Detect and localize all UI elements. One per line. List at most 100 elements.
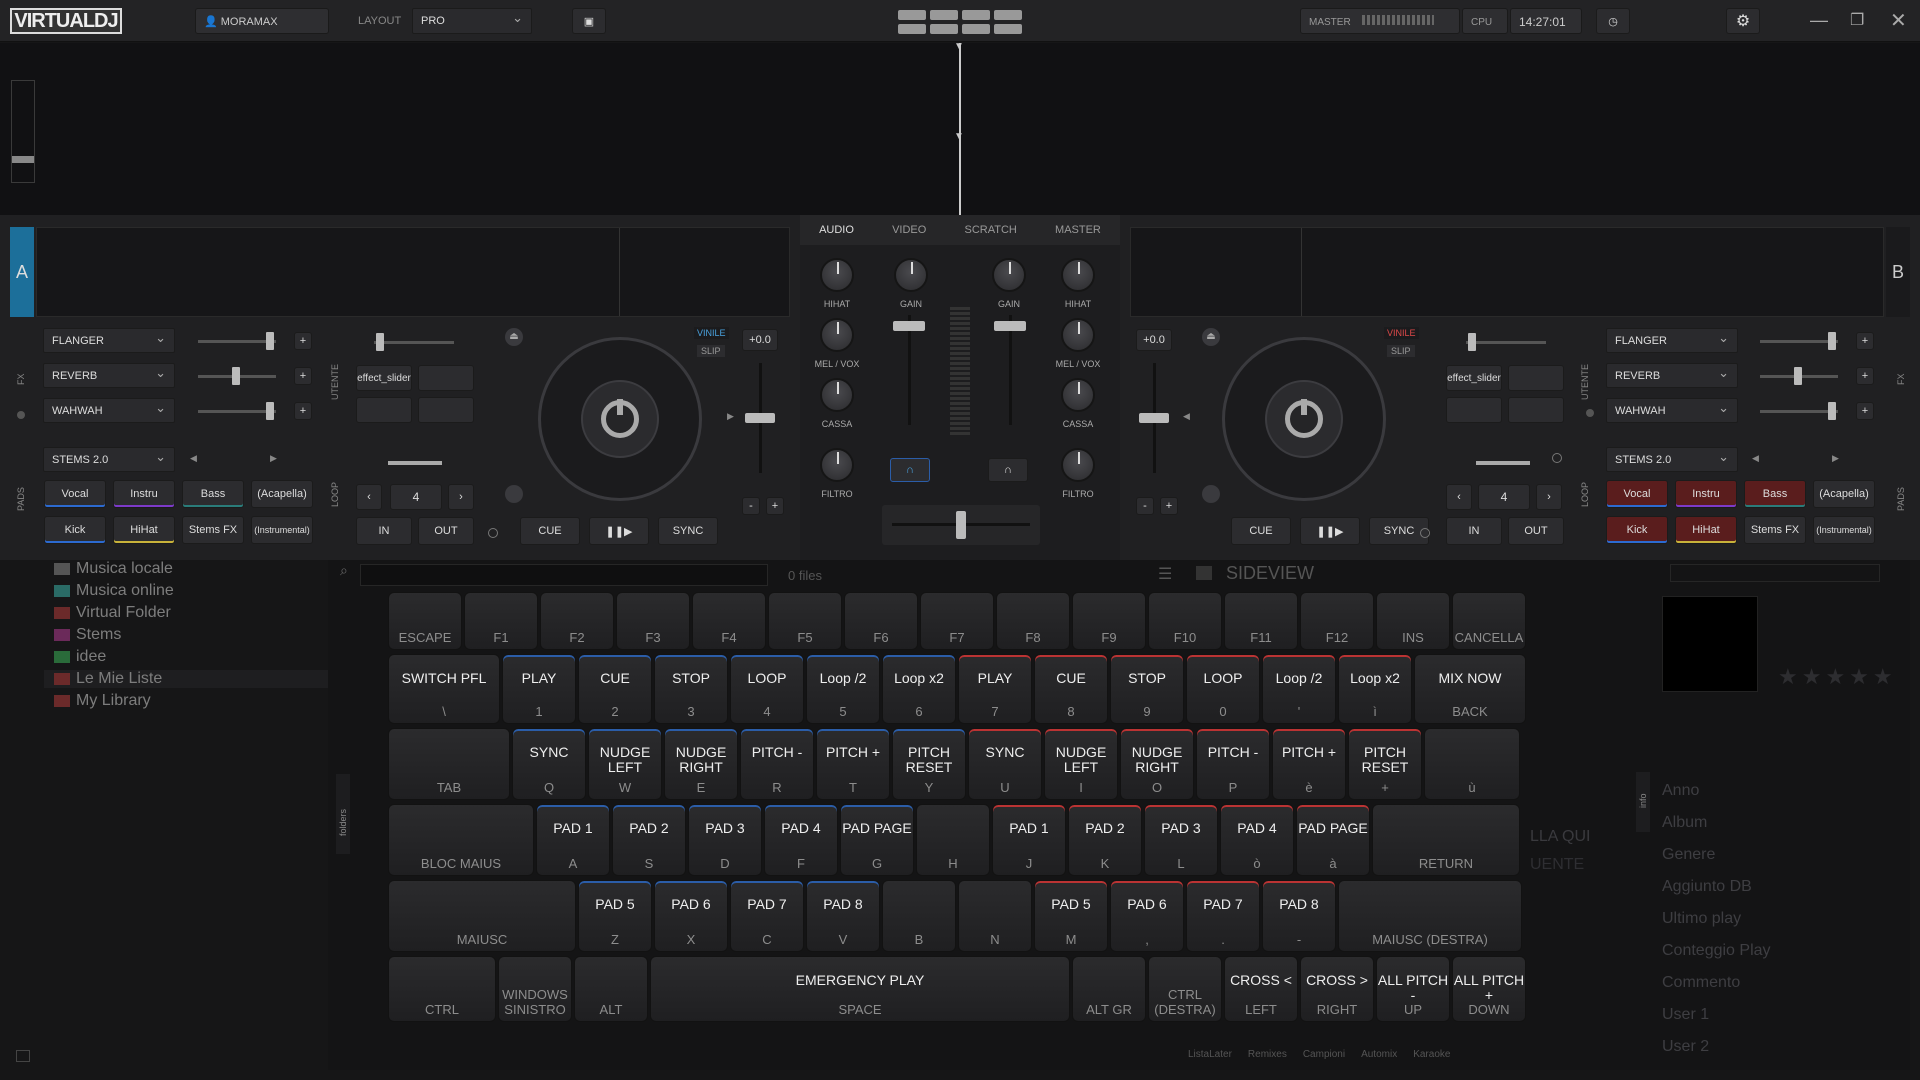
gain-knob-b[interactable] bbox=[992, 258, 1026, 292]
utente-slider-handle[interactable] bbox=[376, 333, 384, 351]
key-l[interactable]: PAD 3 L bbox=[1144, 804, 1218, 876]
key-tab[interactable]: TAB bbox=[388, 728, 510, 800]
headphone-cue-b-icon[interactable]: ∩ bbox=[988, 458, 1028, 482]
key-v[interactable]: PAD 8 V bbox=[806, 880, 880, 952]
key-f5[interactable]: F5 bbox=[768, 592, 842, 650]
key-f2[interactable]: F2 bbox=[540, 592, 614, 650]
key-alt-gr[interactable]: ALT GR bbox=[1072, 956, 1146, 1022]
cassa-knob-b[interactable] bbox=[1061, 378, 1095, 412]
fx-slider-3-handle[interactable] bbox=[266, 402, 274, 420]
pad-kick[interactable]: Kick bbox=[44, 516, 106, 544]
folder-item-stems[interactable]: Stems bbox=[54, 626, 121, 644]
pad-stems-fx[interactable]: Stems FX bbox=[182, 516, 244, 544]
fx-select-1[interactable]: FLANGER bbox=[1606, 326, 1738, 353]
pad-stems-fx[interactable]: Stems FX bbox=[1744, 516, 1806, 544]
eject-icon[interactable]: ⏏ bbox=[1202, 328, 1220, 346]
key-3[interactable]: STOP 3 bbox=[654, 654, 728, 724]
pads-prev-icon[interactable]: ◀ bbox=[190, 453, 197, 464]
key-n[interactable]: N bbox=[958, 880, 1032, 952]
tab-automix[interactable]: Automix bbox=[1361, 1049, 1397, 1060]
key-f7[interactable]: F7 bbox=[920, 592, 994, 650]
key-4[interactable]: LOOP 4 bbox=[730, 654, 804, 724]
key-escape[interactable]: ESCAPE bbox=[388, 592, 462, 650]
info-tab[interactable]: info bbox=[1636, 772, 1650, 832]
utente-slider-handle[interactable] bbox=[1468, 333, 1476, 351]
pad-hihat[interactable]: HiHat bbox=[1675, 516, 1737, 544]
fx-slider-2-handle[interactable] bbox=[1794, 367, 1802, 385]
stop-icon[interactable] bbox=[505, 485, 523, 503]
pad-vocal[interactable]: Vocal bbox=[1606, 480, 1668, 508]
pads-next-icon[interactable]: ▶ bbox=[1832, 453, 1839, 464]
slip-button[interactable]: SLIP bbox=[697, 345, 725, 357]
fx-select-3[interactable]: WAHWAH bbox=[43, 396, 175, 423]
key--[interactable]: PAD 8 - bbox=[1262, 880, 1336, 952]
utente-button-2[interactable] bbox=[1508, 365, 1564, 391]
key-cancella[interactable]: CANCELLA bbox=[1452, 592, 1526, 650]
key-t[interactable]: PITCH + T bbox=[816, 728, 890, 800]
fx-add-button-3[interactable]: + bbox=[1856, 402, 1874, 420]
folder-item-musica-locale[interactable]: Musica locale bbox=[54, 560, 173, 578]
key--[interactable]: PAD 6, bbox=[1110, 880, 1184, 952]
key-f4[interactable]: F4 bbox=[692, 592, 766, 650]
loop-in-button[interactable]: IN bbox=[1446, 517, 1502, 545]
utente-toggle-icon[interactable] bbox=[1586, 409, 1594, 417]
utente-button-3[interactable] bbox=[356, 397, 412, 423]
utente-button-4[interactable] bbox=[1508, 397, 1564, 423]
key-back[interactable]: MIX NOW BACK bbox=[1414, 654, 1526, 724]
pad-bass[interactable]: Bass bbox=[182, 480, 244, 508]
slip-button[interactable]: SLIP bbox=[1387, 345, 1415, 357]
key-r[interactable]: PITCH - R bbox=[740, 728, 814, 800]
loop-prev-button[interactable]: ‹ bbox=[356, 484, 382, 510]
layout-switch-icon[interactable] bbox=[898, 10, 1026, 34]
pitch-slider-handle[interactable] bbox=[1139, 413, 1169, 423]
fx-slider-1-handle[interactable] bbox=[266, 332, 274, 350]
key-lock-icon[interactable] bbox=[1420, 528, 1430, 538]
fx-toggle-icon[interactable] bbox=[17, 411, 25, 419]
filtro-knob-a[interactable] bbox=[820, 448, 854, 482]
key--[interactable]: ù bbox=[1424, 728, 1520, 800]
key-bloc-maius[interactable]: BLOC MAIUS bbox=[388, 804, 534, 876]
fx-slider-3[interactable] bbox=[198, 410, 276, 413]
key-f3[interactable]: F3 bbox=[616, 592, 690, 650]
pitch-slider-handle[interactable] bbox=[745, 413, 775, 423]
key-6[interactable]: Loop x2 6 bbox=[882, 654, 956, 724]
key-h[interactable]: H bbox=[916, 804, 990, 876]
pads-prev-icon[interactable]: ◀ bbox=[1752, 453, 1759, 464]
fx-slider-2-handle[interactable] bbox=[232, 367, 240, 385]
key-maiusc[interactable]: MAIUSC bbox=[388, 880, 576, 952]
fx-select-1[interactable]: FLANGER bbox=[43, 326, 175, 353]
fx-add-button-1[interactable]: + bbox=[294, 332, 312, 350]
key-f12[interactable]: F12 bbox=[1300, 592, 1374, 650]
folders-tab[interactable]: folders bbox=[336, 774, 350, 854]
pad-acapella[interactable]: (Acapella) bbox=[1813, 480, 1875, 508]
hihat-knob-b[interactable] bbox=[1061, 258, 1095, 292]
fx-add-button-1[interactable]: + bbox=[1856, 332, 1874, 350]
layout-select[interactable]: PRO bbox=[412, 6, 532, 34]
key-up[interactable]: ALL PITCH - UP bbox=[1376, 956, 1450, 1022]
loop-next-button[interactable]: › bbox=[448, 484, 474, 510]
key--[interactable]: Loop x2 ì bbox=[1338, 654, 1412, 724]
key-b[interactable]: B bbox=[882, 880, 956, 952]
fx-add-button-2[interactable]: + bbox=[1856, 367, 1874, 385]
key-k[interactable]: PAD 2 K bbox=[1068, 804, 1142, 876]
key-a[interactable]: PAD 1 A bbox=[536, 804, 610, 876]
key-i[interactable]: NUDGE LEFT I bbox=[1044, 728, 1118, 800]
key-windows-sinistro[interactable]: WINDOWS SINISTRO bbox=[498, 956, 572, 1022]
rating-stars[interactable]: ★★★★★ bbox=[1778, 664, 1897, 690]
cassa-knob-a[interactable] bbox=[820, 378, 854, 412]
loop-in-button[interactable]: IN bbox=[356, 517, 412, 545]
loop-slider[interactable] bbox=[388, 461, 442, 465]
key-maiusc-destra-[interactable]: MAIUSC (DESTRA) bbox=[1338, 880, 1522, 952]
key-1[interactable]: PLAY 1 bbox=[502, 654, 576, 724]
key--[interactable]: PITCH + è bbox=[1272, 728, 1346, 800]
key-d[interactable]: PAD 3 D bbox=[688, 804, 762, 876]
volume-fader-a-handle[interactable] bbox=[893, 321, 925, 331]
minimize-icon[interactable]: — bbox=[1810, 10, 1828, 31]
key--[interactable]: Loop /2 ' bbox=[1262, 654, 1336, 724]
key-w[interactable]: NUDGE LEFT W bbox=[588, 728, 662, 800]
key--[interactable]: PITCH RESET + bbox=[1348, 728, 1422, 800]
play-pause-button[interactable]: ❚❚▶ bbox=[1300, 517, 1360, 545]
fx-slider-1[interactable] bbox=[198, 340, 276, 343]
loop-out-button[interactable]: OUT bbox=[418, 517, 474, 545]
pitch-plus-button[interactable]: + bbox=[1160, 497, 1178, 515]
